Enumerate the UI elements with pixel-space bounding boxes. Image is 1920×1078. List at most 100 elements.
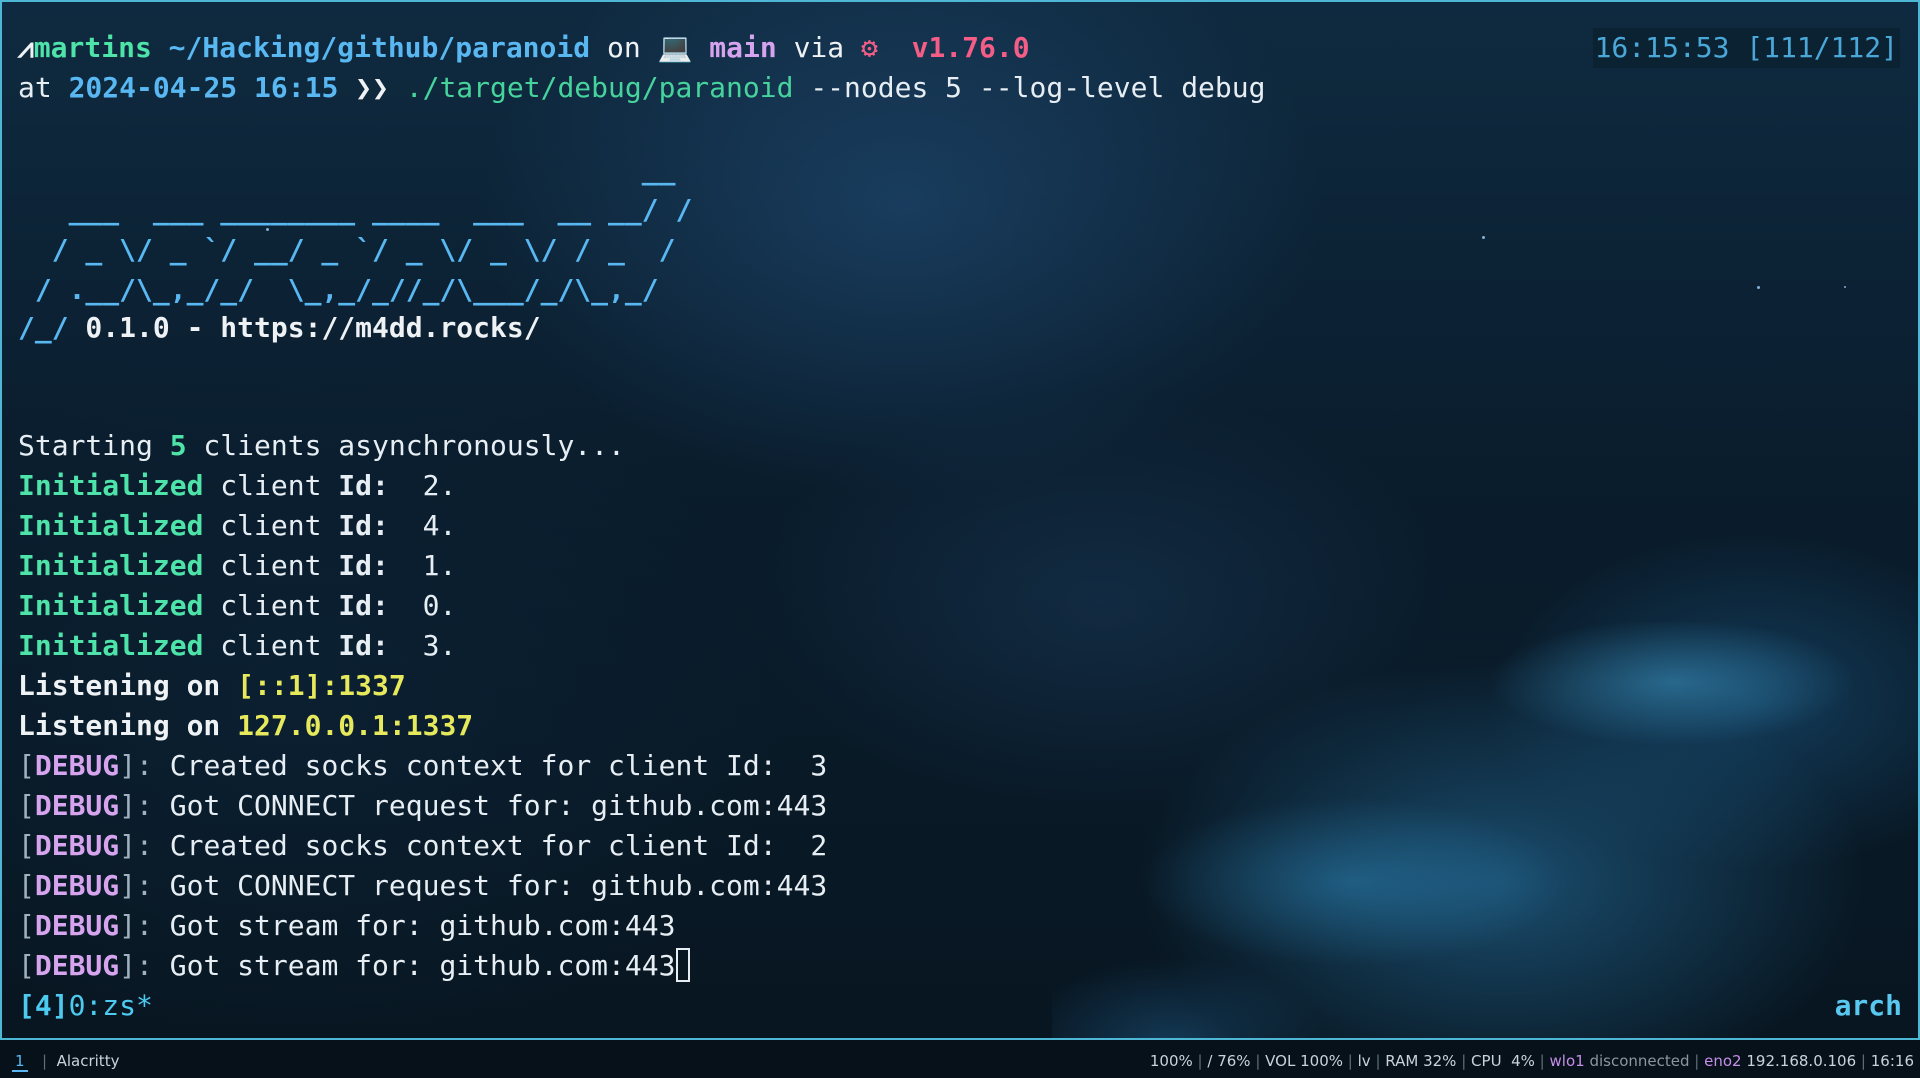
star-decoration: [1844, 286, 1846, 288]
banner-version: 0.1.0 - https://m4dd.rocks/: [68, 311, 541, 344]
arch-logo-icon: ⩘: [18, 31, 34, 64]
init-line: Initialized client Id: 4.: [18, 509, 457, 542]
debug-message: Got CONNECT request for: github.com:443: [169, 789, 828, 822]
window-title-text: Alacritty: [56, 1052, 120, 1070]
ram-block[interactable]: RAM 32%: [1385, 1052, 1456, 1070]
debug-line: [DEBUG]: Got CONNECT request for: github…: [18, 869, 828, 902]
command-args: --nodes 5 --log-level debug: [793, 71, 1266, 104]
debug-tag: DEBUG: [34, 789, 120, 822]
client-word: client: [203, 589, 339, 622]
client-word: client: [203, 629, 339, 662]
debug-tag: DEBUG: [34, 949, 120, 982]
window-title: | Alacritty: [42, 1052, 120, 1070]
brightness-block[interactable]: 100%: [1150, 1052, 1193, 1070]
init-word: Initialized: [18, 509, 204, 542]
listening-word: Listening on: [18, 669, 238, 702]
starting-line: Starting 5 clients asynchronously...: [18, 426, 625, 466]
prompt-at: at: [18, 71, 52, 104]
init-word: Initialized: [18, 549, 204, 582]
init-word: Initialized: [18, 589, 204, 622]
init-line: Initialized client Id: 1.: [18, 549, 457, 582]
star-decoration: [1757, 286, 1760, 289]
debug-line: [DEBUG]: Created socks context for clien…: [18, 749, 828, 782]
listening-line: Listening on 127.0.0.1:1337: [18, 706, 473, 746]
starting-suffix: clients asynchronously...: [186, 429, 625, 462]
id-word: Id:: [338, 549, 389, 582]
prompt-path: ~/Hacking/github/paranoid: [168, 31, 591, 64]
disk-block[interactable]: / 76%: [1207, 1052, 1250, 1070]
client-word: client: [203, 549, 339, 582]
clock: 16:15:53 [111/112]: [1592, 28, 1900, 68]
listen-address: 127.0.0.1:1337: [237, 709, 474, 742]
terminal-cursor[interactable]: [676, 948, 691, 982]
client-id: 2: [422, 469, 440, 502]
prompt-via: via: [793, 31, 845, 64]
debug-tag: DEBUG: [34, 749, 120, 782]
debug-line: [DEBUG]: Created socks context for clien…: [18, 829, 828, 862]
client-id: 0: [422, 589, 440, 622]
prompt-on: on: [606, 31, 641, 64]
debug-line: [DEBUG]: Got CONNECT request for: github…: [18, 789, 828, 822]
banner-line: / _ \/ _ `/ __/ _ `/ _ \/ _ \/ / _ /: [18, 233, 676, 266]
banner-line: / .__/\_,_/_/ \_,_/_//_/\___/_/\_,_/: [18, 273, 659, 306]
ethernet-interface[interactable]: eno2: [1704, 1052, 1741, 1070]
starting-prefix: Starting: [18, 429, 170, 462]
debug-line: [DEBUG]: Got stream for: github.com:443: [18, 946, 691, 986]
banner-version-line: /_/ 0.1.0 - https://m4dd.rocks/: [18, 308, 541, 348]
id-word: Id:: [338, 629, 389, 662]
tmux-session[interactable]: [4]: [18, 989, 69, 1022]
init-line: Initialized client Id: 2.: [18, 469, 457, 502]
debug-tag: DEBUG: [34, 869, 120, 902]
prompt-line: ⩘martins ~/Hacking/github/paranoid on 💻 …: [18, 28, 1030, 68]
listen-address: [::1]:1337: [237, 669, 406, 702]
ethernet-ip: 192.168.0.106: [1746, 1052, 1857, 1070]
prompt-arrow: ❯❯: [355, 71, 389, 104]
tmux-window[interactable]: 0:zs*: [69, 989, 153, 1022]
debug-message: Created socks context for client Id: 3: [169, 749, 828, 782]
debug-message: Got stream for: github.com:443: [169, 909, 676, 942]
client-id: 4: [422, 509, 440, 542]
init-word: Initialized: [18, 469, 204, 502]
rust-icon: ⚙: [861, 31, 878, 64]
init-line: Initialized client Id: 3.: [18, 629, 457, 662]
prompt-version: v1.76.0: [911, 31, 1030, 64]
banner-line: ___ ___ ________ ____ ___ __ __/ /: [18, 193, 693, 226]
debug-tag: DEBUG: [34, 829, 120, 862]
command-line: at 2024-04-25 16:15 ❯❯ ./target/debug/pa…: [18, 68, 1265, 108]
init-line: Initialized client Id: 0.: [18, 589, 457, 622]
tmux-status: [4]0:zs*: [18, 986, 153, 1026]
listening-word: Listening on: [18, 709, 238, 742]
client-word: client: [203, 469, 339, 502]
id-word: Id:: [338, 469, 389, 502]
tmux-hostname: arch: [1834, 989, 1902, 1022]
starting-count: 5: [169, 429, 187, 462]
client-id: 3: [422, 629, 440, 662]
listening-line: Listening on [::1]:1337: [18, 666, 406, 706]
client-id: 1: [422, 549, 440, 582]
debug-message: Created socks context for client Id: 2: [169, 829, 828, 862]
status-clock[interactable]: 16:16: [1871, 1052, 1914, 1070]
command-path: ./target/debug/paranoid: [405, 71, 794, 104]
id-word: Id:: [338, 589, 389, 622]
debug-message: Got stream for: github.com:443: [169, 949, 676, 982]
wifi-interface[interactable]: wlo1: [1550, 1052, 1585, 1070]
laptop-icon: 💻: [657, 31, 693, 64]
prompt-branch: main: [709, 31, 777, 64]
wallpaper-nebula: [1052, 622, 1918, 1038]
client-word: client: [203, 509, 339, 542]
prompt-datetime: 2024-04-25 16:15: [68, 71, 339, 104]
id-word: Id:: [338, 509, 389, 542]
workspace-button[interactable]: 1: [12, 1052, 28, 1072]
lv-block[interactable]: lv: [1358, 1052, 1371, 1070]
banner-line: __: [18, 153, 676, 186]
prompt-user: martins: [33, 31, 152, 64]
init-word: Initialized: [18, 629, 204, 662]
debug-message: Got CONNECT request for: github.com:443: [169, 869, 828, 902]
status-bar: 1 | Alacritty 100% | / 76% | VOL 100% | …: [0, 1040, 1920, 1078]
banner-line: /_/: [18, 311, 69, 344]
debug-line: [DEBUG]: Got stream for: github.com:443: [18, 909, 676, 942]
cpu-block[interactable]: CPU 4%: [1471, 1052, 1535, 1070]
volume-block[interactable]: VOL 100%: [1265, 1052, 1343, 1070]
debug-tag: DEBUG: [34, 909, 120, 942]
terminal-window[interactable]: ⩘martins ~/Hacking/github/paranoid on 💻 …: [0, 0, 1920, 1040]
